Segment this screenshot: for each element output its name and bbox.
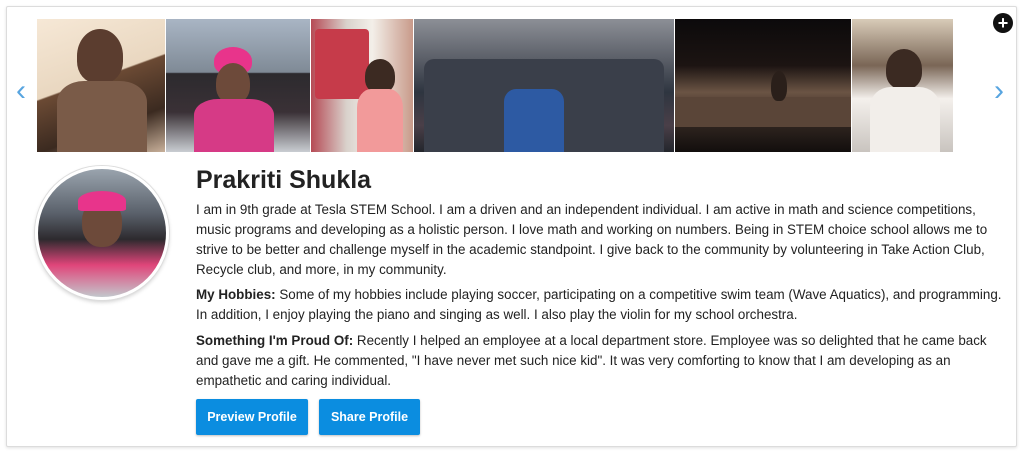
- carousel-photo[interactable]: [675, 19, 851, 152]
- avatar: [35, 166, 169, 300]
- carousel-photo[interactable]: [37, 19, 165, 152]
- carousel-photo[interactable]: [414, 19, 674, 152]
- add-photo-icon[interactable]: +: [993, 13, 1013, 33]
- share-profile-button[interactable]: Share Profile: [319, 399, 420, 435]
- carousel-prev-icon[interactable]: ‹: [12, 76, 30, 106]
- profile-bio: I am in 9th grade at Tesla STEM School. …: [196, 202, 988, 277]
- photo-carousel: [37, 19, 954, 152]
- profile-hobbies: My Hobbies: Some of my hobbies include p…: [196, 285, 1006, 325]
- avatar-hat: [78, 191, 126, 211]
- profile-name: Prakriti Shukla: [196, 166, 372, 194]
- carousel-photo[interactable]: [166, 19, 310, 152]
- hobbies-label: My Hobbies:: [196, 287, 276, 302]
- hobbies-text: Some of my hobbies include playing socce…: [196, 287, 1002, 322]
- proud-of-label: Something I'm Proud Of:: [196, 333, 354, 348]
- preview-profile-button[interactable]: Preview Profile: [196, 399, 308, 435]
- carousel-photo[interactable]: [852, 19, 953, 152]
- carousel-photo[interactable]: [311, 19, 413, 152]
- carousel-next-icon[interactable]: ›: [990, 76, 1008, 106]
- profile-proud-of: Something I'm Proud Of: Recently I helpe…: [196, 331, 1006, 391]
